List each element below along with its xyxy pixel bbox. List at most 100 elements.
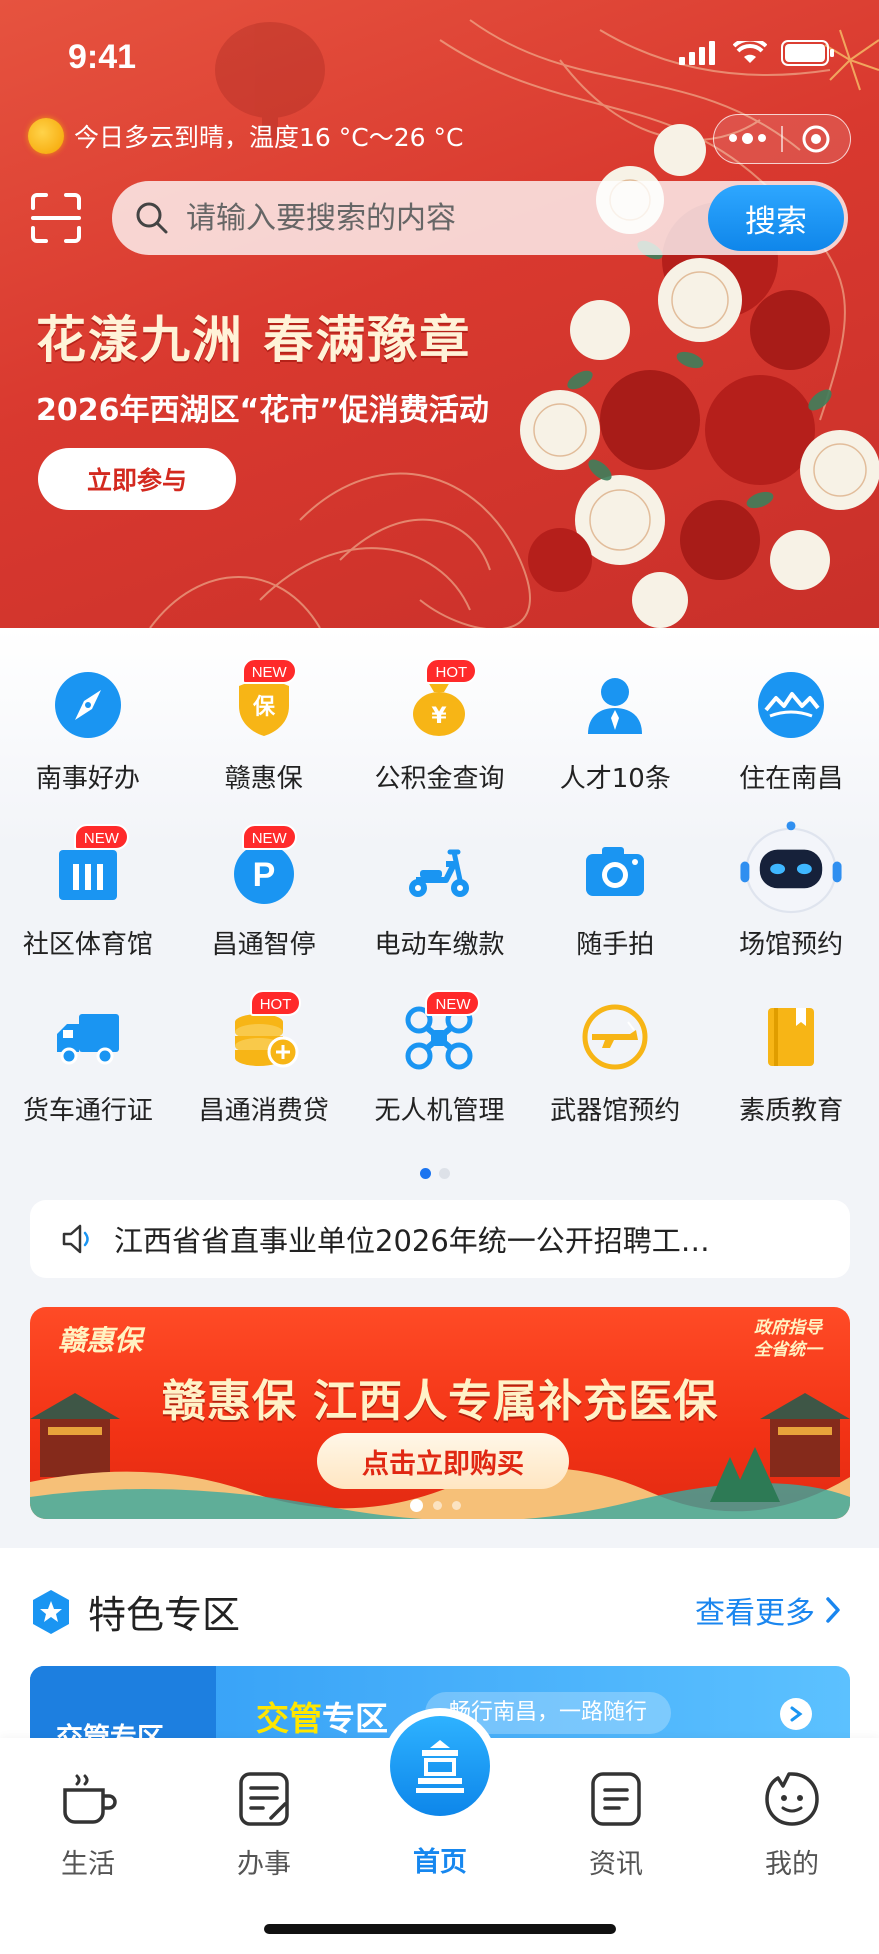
bottom-tab-bar: 生活 办事 首页 资讯 我的 <box>0 1708 879 1954</box>
search-bar[interactable]: 搜索 <box>112 181 848 255</box>
wifi-icon <box>733 41 767 63</box>
hero-title: 花漾九洲 春满豫章 <box>36 311 472 369</box>
feature-title: 特色专区 <box>88 1593 241 1637</box>
service-label: 住在南昌 <box>739 764 844 794</box>
zone-title-highlight: 交管 <box>256 1699 322 1738</box>
service-wuqiguan[interactable]: 武器馆预约 <box>527 1000 703 1166</box>
page-dot <box>439 1168 450 1179</box>
tab-label: 办事 <box>237 1849 291 1880</box>
service-label: 赣惠保 <box>224 764 303 794</box>
service-suzhi[interactable]: 素质教育 <box>703 1000 879 1166</box>
battery-icon <box>781 40 834 66</box>
promo-logo: 赣惠保 <box>58 1324 143 1357</box>
weather-bar: 今日多云到晴，温度16 °C～26 °C <box>28 118 463 154</box>
status-bar: 9:41 <box>0 0 879 110</box>
signal-icon <box>679 41 715 65</box>
service-xiaofeidai[interactable]: HOT 昌通消费贷 <box>176 990 352 1166</box>
news-icon <box>591 1772 641 1826</box>
notice-text: 江西省省直事业单位2026年统一公开招聘工… <box>114 1224 710 1258</box>
service-label: 无人机管理 <box>374 1096 505 1126</box>
close-target-icon[interactable] <box>783 124 850 154</box>
notice-bar[interactable]: 江西省省直事业单位2026年统一公开招聘工… <box>30 1200 850 1278</box>
service-gongjijin[interactable]: ¥ HOT 公积金查询 <box>352 658 528 834</box>
buy-now-button[interactable]: 点击立即购买 <box>317 1433 569 1489</box>
search-button[interactable]: 搜索 <box>708 185 844 251</box>
scooter-icon <box>409 849 470 897</box>
service-label: 场馆预约 <box>739 930 844 960</box>
robot-icon <box>740 821 842 914</box>
service-grid: 南事好办 保 NEW 赣惠保 ¥ HOT 公积金查询 人才10条 住在南昌 NE… <box>0 658 879 1166</box>
promo-tag-line: 全省统一 <box>754 1340 822 1360</box>
new-badge: NEW <box>73 824 129 850</box>
tab-label: 首页 <box>413 1847 467 1878</box>
service-row: NEW 社区体育馆 P NEW 昌通智停 电动车缴款 随手拍 场馆预约 <box>0 821 879 1000</box>
tab-mine[interactable]: 我的 <box>732 1768 852 1881</box>
service-changguan[interactable]: 场馆预约 <box>703 821 879 1000</box>
book-icon <box>768 1008 815 1066</box>
promo-page-indicator <box>410 1499 461 1512</box>
svg-text:¥: ¥ <box>432 704 448 729</box>
hero-banner[interactable]: 9:41 今日多云到晴，温度16 °C～26 °C 请输入要搜索的内容 搜索 花… <box>0 0 879 628</box>
service-label: 武器馆预约 <box>550 1096 681 1126</box>
page-dot-active <box>420 1168 431 1179</box>
service-suishoupai[interactable]: 随手拍 <box>527 834 703 1000</box>
camera-icon <box>586 847 645 896</box>
grid-page-indicator <box>420 1168 450 1179</box>
hot-badge: HOT <box>425 658 478 684</box>
zone-go-icon[interactable] <box>780 1698 812 1730</box>
service-label: 电动车缴款 <box>374 930 505 960</box>
status-icons <box>679 40 835 66</box>
promo-tag: 政府指导 全省统一 <box>754 1317 822 1361</box>
service-rencai[interactable]: 人才10条 <box>527 668 703 834</box>
feature-header: 特色专区 <box>30 1584 240 1639</box>
service-label: 货车通行证 <box>22 1096 153 1126</box>
promo-tag-line: 政府指导 <box>754 1318 822 1338</box>
service-ganhuibao[interactable]: 保 NEW 赣惠保 <box>176 658 352 834</box>
service-huoche[interactable]: 货车通行证 <box>0 1000 176 1166</box>
home-logo-icon <box>382 1708 498 1824</box>
service-zhiting[interactable]: P NEW 昌通智停 <box>176 824 352 1000</box>
join-now-button[interactable]: 立即参与 <box>38 448 236 510</box>
search-icon <box>136 202 168 234</box>
promo-dot <box>452 1501 461 1510</box>
more-dots-icon[interactable] <box>714 133 781 144</box>
chevron-right-icon <box>826 1597 840 1623</box>
zone-title: 交管专区 <box>256 1692 388 1740</box>
sun-icon <box>28 118 64 154</box>
scan-icon[interactable] <box>30 192 82 244</box>
search-input[interactable] <box>186 200 686 236</box>
tab-label: 资讯 <box>589 1849 643 1880</box>
service-label: 社区体育馆 <box>22 930 153 960</box>
tab-service[interactable]: 办事 <box>204 1768 324 1881</box>
service-label: 人才10条 <box>559 764 671 794</box>
view-more-link[interactable]: 查看更多 <box>695 1588 841 1632</box>
star-badge-icon <box>33 1589 69 1634</box>
miniprogram-capsule <box>713 114 851 164</box>
hero-subtitle: 2026年西湖区“花市”促消费活动 <box>36 393 489 428</box>
promo-banner-ganhuibao[interactable]: 赣惠保 政府指导 全省统一 赣惠保 江西人专属补充医保 点击立即购买 <box>30 1307 850 1519</box>
speaker-icon <box>62 1224 89 1254</box>
tab-label: 生活 <box>61 1849 115 1880</box>
document-edit-icon <box>239 1772 289 1826</box>
svg-text:P: P <box>252 856 275 894</box>
zone-title-rest: 专区 <box>322 1699 388 1738</box>
service-diandongche[interactable]: 电动车缴款 <box>352 834 528 1000</box>
promo-title: 赣惠保 江西人专属补充医保 <box>161 1376 719 1427</box>
svg-text:保: 保 <box>252 695 276 720</box>
service-nanshi[interactable]: 南事好办 <box>0 668 176 834</box>
weapon-icon <box>582 1004 648 1070</box>
tab-life[interactable]: 生活 <box>28 1768 148 1881</box>
tab-news[interactable]: 资讯 <box>556 1768 676 1881</box>
tab-home[interactable]: 首页 <box>380 1708 500 1879</box>
view-more-label: 查看更多 <box>695 1596 815 1631</box>
weather-text: 今日多云到晴，温度16 °C～26 °C <box>74 123 464 152</box>
service-shequ[interactable]: NEW 社区体育馆 <box>0 824 176 1000</box>
tab-label: 我的 <box>765 1849 819 1880</box>
service-label: 随手拍 <box>576 930 655 960</box>
service-label: 昌通消费贷 <box>198 1096 329 1126</box>
new-badge: NEW <box>241 824 297 850</box>
service-wurenji[interactable]: NEW 无人机管理 <box>352 990 528 1166</box>
compass-icon <box>54 672 121 738</box>
service-label: 南事好办 <box>35 764 140 794</box>
status-time: 9:41 <box>68 38 137 76</box>
